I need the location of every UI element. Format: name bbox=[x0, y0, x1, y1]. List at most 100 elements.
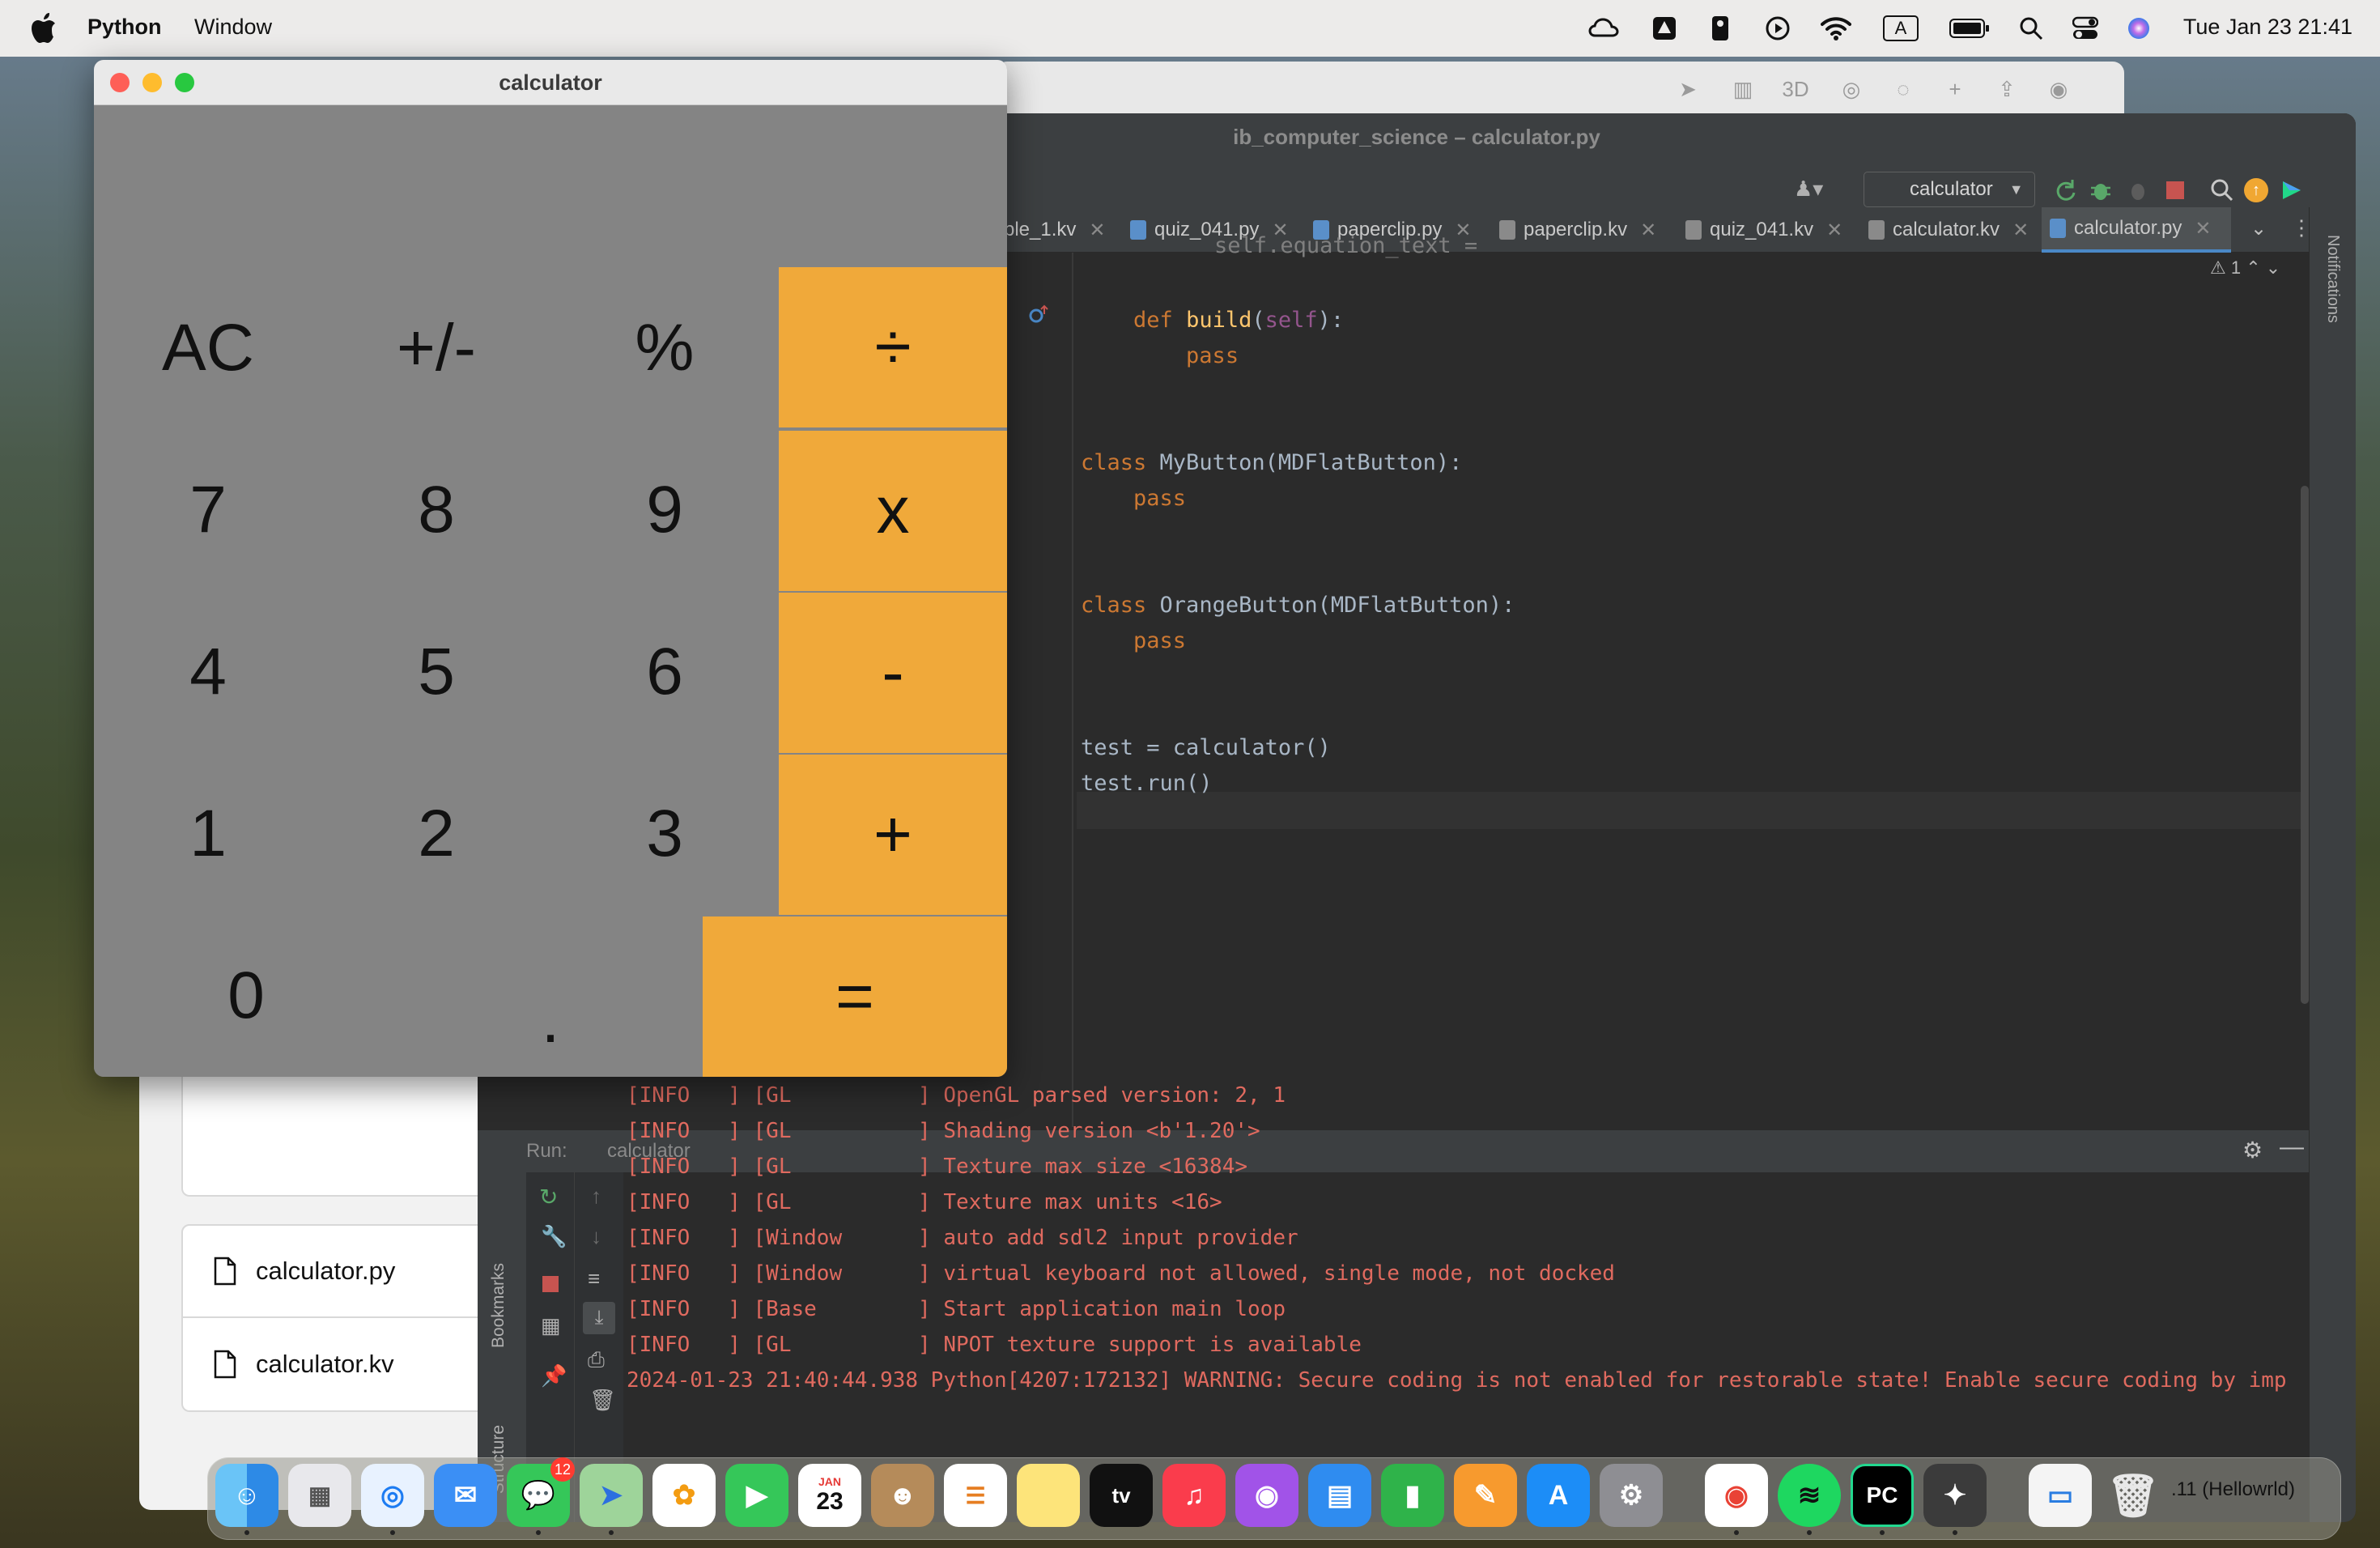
safari-icon[interactable]: ◎ bbox=[361, 1464, 424, 1527]
bookmarks-tool-button[interactable]: Bookmarks bbox=[489, 1263, 508, 1348]
app-name-menu[interactable]: Python bbox=[87, 15, 162, 40]
close-icon[interactable]: ✕ bbox=[2012, 219, 2029, 242]
divide-button[interactable]: ÷ bbox=[779, 267, 1007, 427]
maps-icon[interactable]: ➤ bbox=[580, 1464, 643, 1527]
window-menu[interactable]: Window bbox=[194, 15, 272, 40]
soft-wrap-icon[interactable]: ≡ bbox=[588, 1266, 600, 1291]
minimize-icon[interactable]: — bbox=[2280, 1133, 2304, 1161]
digit-1-button[interactable]: 1 bbox=[94, 753, 322, 915]
close-icon[interactable]: ✕ bbox=[1640, 219, 1656, 242]
notes-icon[interactable] bbox=[1017, 1464, 1080, 1527]
override-gutter-icon[interactable] bbox=[1028, 304, 1049, 325]
multiply-button[interactable]: x bbox=[779, 431, 1007, 591]
decimal-button[interactable]: . bbox=[398, 915, 703, 1077]
zoom-window-button[interactable] bbox=[175, 73, 194, 92]
digit-7-button[interactable]: 7 bbox=[94, 429, 322, 591]
play-circle-icon[interactable] bbox=[1763, 11, 1792, 45]
share-icon[interactable]: ⇪ bbox=[1993, 74, 2021, 104]
3d-toggle-button[interactable]: 3D bbox=[1778, 74, 1813, 104]
finder-icon[interactable]: ☺ bbox=[215, 1464, 278, 1527]
search-icon[interactable] bbox=[2210, 178, 2234, 202]
accessibility-icon[interactable] bbox=[1708, 11, 1732, 45]
update-icon[interactable]: ↑ bbox=[2244, 178, 2268, 202]
preview-icon[interactable]: ▭ bbox=[2029, 1464, 2092, 1527]
look-around-icon[interactable]: ◌ bbox=[1889, 74, 1917, 104]
facetime-icon[interactable]: ▶ bbox=[725, 1464, 788, 1527]
run-configuration-select[interactable]: calculator ▼ bbox=[1864, 172, 2035, 207]
map-icon[interactable]: ▥ bbox=[1729, 74, 1757, 104]
keynote-icon[interactable]: ▤ bbox=[1308, 1464, 1371, 1527]
digit-3-button[interactable]: 3 bbox=[550, 753, 779, 915]
add-icon[interactable]: + bbox=[1941, 74, 1969, 104]
digit-5-button[interactable]: 5 bbox=[322, 591, 550, 753]
digit-4-button[interactable]: 4 bbox=[94, 591, 322, 753]
apple-menu-icon[interactable] bbox=[31, 13, 57, 44]
tab-quiz-041-kv[interactable]: quiz_041.kv ✕ bbox=[1685, 207, 1855, 253]
file-row-calculator-py[interactable]: calculator.py bbox=[181, 1224, 489, 1318]
print-icon[interactable]: ⎙ bbox=[588, 1347, 605, 1373]
tab-overflow-chevron-icon[interactable]: ⌄ bbox=[2250, 217, 2267, 240]
spotify-icon[interactable]: ≋ bbox=[1778, 1464, 1841, 1527]
trash-icon[interactable]: 🗑 bbox=[589, 1388, 616, 1413]
tab-calculator-py[interactable]: calculator.py ✕ bbox=[2042, 207, 2231, 253]
launchpad-icon[interactable]: ▦ bbox=[288, 1464, 351, 1527]
file-row-calculator-kv[interactable]: calculator.kv bbox=[181, 1318, 489, 1412]
rerun-icon[interactable]: ↻ bbox=[539, 1184, 558, 1210]
notifications-tool-button[interactable]: Notifications bbox=[2323, 235, 2342, 323]
warning-indicator[interactable]: ⚠ 1 ⌃ ⌄ bbox=[2210, 257, 2280, 279]
digit-6-button[interactable]: 6 bbox=[550, 591, 779, 753]
percent-button[interactable]: % bbox=[550, 267, 779, 429]
drive-icon[interactable] bbox=[1650, 11, 1679, 45]
appstore-icon[interactable]: A bbox=[1527, 1464, 1590, 1527]
digit-9-button[interactable]: 9 bbox=[550, 429, 779, 591]
reminders-icon[interactable]: ☰ bbox=[944, 1464, 1007, 1527]
siri-icon[interactable] bbox=[2124, 11, 2153, 45]
control-center-icon[interactable] bbox=[2071, 11, 2100, 45]
add-button[interactable]: + bbox=[779, 755, 1007, 915]
chrome-icon[interactable]: ◉ bbox=[1705, 1464, 1768, 1527]
pycharm-icon[interactable]: PC bbox=[1851, 1464, 1914, 1527]
jetbrains-ai-icon[interactable] bbox=[2280, 178, 2304, 202]
pin-icon[interactable]: 📌 bbox=[541, 1363, 567, 1389]
vcs-user-icon[interactable]: ♟▾ bbox=[1794, 176, 1823, 201]
creative-cloud-icon[interactable] bbox=[1587, 11, 1624, 45]
location-arrow-icon[interactable]: ➤ bbox=[1676, 74, 1700, 104]
stop-icon[interactable] bbox=[542, 1276, 559, 1292]
down-arrow-icon[interactable]: ↓ bbox=[591, 1224, 601, 1249]
rerun-icon[interactable] bbox=[2053, 178, 2077, 202]
close-icon[interactable]: ✕ bbox=[2195, 217, 2211, 240]
layout-icon[interactable]: ▦ bbox=[541, 1313, 561, 1338]
wrench-icon[interactable]: 🔧 bbox=[541, 1224, 567, 1249]
minimize-window-button[interactable] bbox=[142, 73, 162, 92]
spotlight-search-icon[interactable] bbox=[2017, 11, 2045, 45]
close-window-button[interactable] bbox=[110, 73, 130, 92]
appletv-icon[interactable]: tv bbox=[1090, 1464, 1153, 1527]
up-arrow-icon[interactable]: ↑ bbox=[591, 1184, 601, 1209]
menubar-clock[interactable]: Tue Jan 23 21:41 bbox=[2183, 15, 2352, 40]
equals-button[interactable]: = bbox=[703, 916, 1007, 1077]
digit-8-button[interactable]: 8 bbox=[322, 429, 550, 591]
account-icon[interactable]: ◉ bbox=[2045, 74, 2072, 104]
attach-debugger-icon[interactable] bbox=[2126, 178, 2150, 202]
digit-2-button[interactable]: 2 bbox=[322, 753, 550, 915]
system-settings-icon[interactable]: ⚙ bbox=[1600, 1464, 1663, 1527]
sign-toggle-button[interactable]: +/- bbox=[322, 267, 550, 429]
interpreter-status[interactable]: .11 (Hellowrld) bbox=[2171, 1478, 2295, 1501]
close-icon[interactable]: ✕ bbox=[1089, 219, 1105, 242]
mail-icon[interactable]: ✉ bbox=[434, 1464, 497, 1527]
calendar-icon[interactable]: JAN 23 bbox=[798, 1464, 861, 1527]
debug-icon[interactable] bbox=[2089, 178, 2113, 202]
tab-paperclip-kv[interactable]: paperclip.kv ✕ bbox=[1499, 207, 1669, 253]
numbers-icon[interactable]: ▮ bbox=[1381, 1464, 1444, 1527]
scroll-to-end-icon[interactable]: ⤓ bbox=[583, 1302, 615, 1334]
digit-0-button[interactable]: 0 bbox=[94, 915, 398, 1077]
tab-ple-1-kv[interactable]: ple_1.kv ✕ bbox=[1004, 207, 1109, 253]
battery-icon[interactable] bbox=[1949, 11, 1990, 45]
pages-icon[interactable]: ✎ bbox=[1454, 1464, 1517, 1527]
contacts-icon[interactable]: ☻ bbox=[871, 1464, 934, 1527]
binoculars-icon[interactable]: ◎ bbox=[1838, 74, 1865, 104]
clear-button[interactable]: AC bbox=[94, 267, 322, 429]
trash-icon[interactable]: 🗑 bbox=[2102, 1464, 2165, 1527]
kivy-icon[interactable]: ✦ bbox=[1923, 1464, 1987, 1527]
wifi-icon[interactable] bbox=[1820, 11, 1852, 45]
